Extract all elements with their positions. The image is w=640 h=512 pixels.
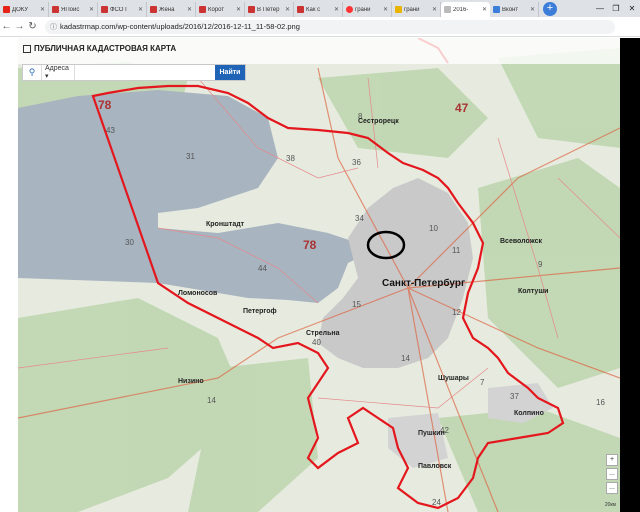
town-label: Кронштадт (206, 221, 245, 228)
search-icon[interactable]: ⚲ (23, 67, 41, 78)
search-type-select[interactable]: Адреса ▾ (41, 65, 74, 80)
map-header: ПУБЛИЧНАЯ КАДАСТРОВАЯ КАРТА (18, 38, 620, 64)
logo[interactable]: ПУБЛИЧНАЯ КАДАСТРОВАЯ КАРТА (23, 44, 176, 53)
tab-4[interactable]: Корот ✕ (196, 2, 245, 17)
district-number: 31 (186, 152, 195, 161)
search-input[interactable] (74, 65, 215, 80)
town-label: Всеволожск (500, 238, 542, 245)
close-icon[interactable]: ✕ (334, 6, 339, 13)
district-number: 14 (401, 354, 410, 363)
close-icon[interactable]: ✕ (285, 6, 290, 13)
page-icon (444, 6, 451, 13)
layers-button[interactable]: ... (606, 482, 618, 494)
page-icon (199, 6, 206, 13)
district-number: 36 (352, 158, 361, 167)
region-code-lo: 47 (455, 101, 469, 115)
town-label: Ломоносов (178, 290, 218, 297)
close-icon[interactable]: ✕ (530, 6, 535, 13)
page-icon (150, 6, 157, 13)
browser-toolbar: ← → ↻ ⓘ kadastrmap.com/wp-content/upload… (0, 17, 640, 37)
address-bar[interactable]: ⓘ kadastrmap.com/wp-content/uploads/2016… (45, 19, 615, 34)
close-window-icon[interactable]: ✕ (624, 4, 640, 13)
tab-8[interactable]: грани ✕ (392, 2, 441, 17)
district-number: 37 (510, 392, 519, 401)
browser-window: ДОКУ ✕ ЯПоис ✕ ФСО Г ✕ Жена ✕ Корот ✕ В Петер… (0, 0, 640, 512)
page-icon (101, 6, 108, 13)
maximize-icon[interactable]: ❐ (608, 4, 624, 13)
district-number: 30 (125, 238, 134, 247)
city-label: Санкт-Петербург (382, 278, 466, 289)
district-number: 38 (286, 154, 295, 163)
window-controls: — ❐ ✕ (592, 0, 640, 17)
tab-3[interactable]: Жена ✕ (147, 2, 196, 17)
reload-icon[interactable]: ↻ (26, 21, 39, 32)
tab-10[interactable]: Вконт ✕ (490, 2, 539, 17)
town-label: Стрельна (306, 330, 340, 337)
tab-strip: ДОКУ ✕ ЯПоис ✕ ФСО Г ✕ Жена ✕ Корот ✕ В Петер… (0, 0, 640, 17)
youtube-icon (3, 6, 10, 13)
district-number: 15 (352, 300, 361, 309)
black-margin (620, 38, 640, 512)
tab-1[interactable]: ЯПоис ✕ (49, 2, 98, 17)
tab-2[interactable]: ФСО Г ✕ (98, 2, 147, 17)
district-number: 34 (355, 214, 364, 223)
back-icon[interactable]: ← (0, 21, 13, 32)
tab-7[interactable]: грани ✕ (343, 2, 392, 17)
close-icon[interactable]: ✕ (40, 6, 45, 13)
district-number: 14 (207, 396, 216, 405)
find-button[interactable]: Найти (215, 65, 245, 80)
yandex-icon (346, 6, 353, 13)
district-number: 16 (596, 398, 605, 407)
town-label: Низино (178, 378, 204, 385)
logo-icon (23, 44, 31, 53)
forward-icon[interactable]: → (13, 21, 26, 32)
close-icon[interactable]: ✕ (432, 6, 437, 13)
map-view[interactable]: ПУБЛИЧНАЯ КАДАСТРОВАЯ КАРТА ⚲ Адреса ▾ Н… (18, 38, 620, 512)
scale-bar: 20км (604, 502, 616, 508)
district-number: 40 (312, 338, 321, 347)
close-icon[interactable]: ✕ (236, 6, 241, 13)
close-icon[interactable]: ✕ (187, 6, 192, 13)
close-icon[interactable]: ✕ (482, 6, 487, 13)
tab-5[interactable]: В Петер ✕ (245, 2, 294, 17)
page-icon (52, 6, 59, 13)
district-number: 9 (538, 260, 543, 269)
district-number: 10 (429, 224, 438, 233)
district-number: 24 (432, 498, 441, 507)
close-icon[interactable]: ✕ (138, 6, 143, 13)
town-label: Пушкин (418, 430, 445, 437)
close-icon[interactable]: ✕ (89, 6, 94, 13)
url-text: kadastrmap.com/wp-content/uploads/2016/1… (60, 22, 300, 31)
tab-6[interactable]: Как с ✕ (294, 2, 343, 17)
town-label: Петергоф (243, 308, 277, 315)
town-label: Павловск (418, 463, 452, 470)
page-icon (248, 6, 255, 13)
region-code-spb: 78 (98, 98, 112, 112)
tab-9-active[interactable]: 2016- ✕ (441, 2, 490, 17)
more-button[interactable]: ... (606, 468, 618, 480)
town-label: Шушары (438, 375, 469, 382)
tab-0[interactable]: ДОКУ ✕ (0, 2, 49, 17)
town-label: Колпино (514, 410, 544, 417)
town-label: Колтуши (518, 288, 549, 295)
district-number: 44 (258, 264, 267, 273)
close-icon[interactable]: ✕ (383, 6, 388, 13)
district-number: 43 (106, 126, 115, 135)
header-title: ПУБЛИЧНАЯ КАДАСТРОВАЯ КАРТА (34, 44, 177, 53)
page-icon (297, 6, 304, 13)
page-icon (395, 6, 402, 13)
district-number: 7 (480, 378, 485, 387)
minimize-icon[interactable]: — (592, 4, 608, 13)
info-icon[interactable]: ⓘ (50, 22, 57, 32)
town-label: Сестрорецк (358, 118, 399, 125)
district-number: 12 (452, 308, 461, 317)
district-number: 11 (452, 246, 461, 255)
new-tab-button[interactable]: + (543, 2, 557, 16)
region-code-spb-east: 78 (303, 238, 317, 252)
search-bar: ⚲ Адреса ▾ Найти (22, 64, 246, 81)
zoom-in-button[interactable]: + (606, 454, 618, 466)
page-icon (493, 6, 500, 13)
